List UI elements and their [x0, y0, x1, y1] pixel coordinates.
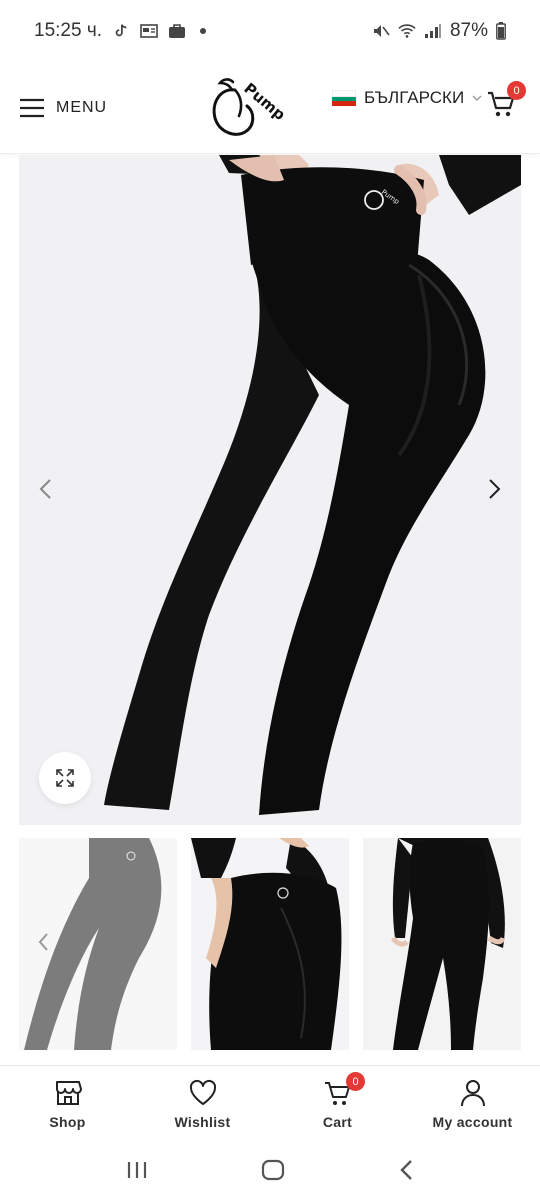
nav-shop-label: Shop	[49, 1114, 86, 1130]
notification-dot-icon	[200, 28, 207, 34]
zoom-button[interactable]	[39, 752, 91, 804]
nav-my-account[interactable]: My account	[405, 1066, 540, 1139]
thumbnail-3-photo	[363, 838, 521, 1050]
thumbnail-gallery	[19, 838, 521, 1050]
status-bar: 15:25 ч. 87%	[0, 0, 540, 62]
bottom-navigation: Shop Wishlist 0 Cart My account	[0, 1065, 540, 1139]
battery-percent: 87%	[449, 20, 488, 41]
expand-icon	[56, 769, 74, 787]
next-image-button[interactable]	[481, 475, 509, 503]
emag-icon	[169, 24, 186, 38]
home-icon[interactable]	[261, 1159, 285, 1181]
recent-apps-icon[interactable]	[126, 1160, 148, 1180]
nav-cart[interactable]: 0 Cart	[270, 1066, 405, 1139]
nav-wishlist-label: Wishlist	[174, 1114, 231, 1130]
thumbnail-1[interactable]	[19, 838, 177, 1050]
nav-my-account-label: My account	[432, 1114, 513, 1130]
hamburger-icon	[20, 98, 44, 117]
mute-icon	[373, 25, 390, 37]
nav-cart-label: Cart	[322, 1114, 353, 1130]
signal-icon	[424, 24, 441, 38]
chevron-right-icon	[489, 479, 501, 499]
nav-wishlist[interactable]: Wishlist	[135, 1066, 270, 1139]
heart-icon	[189, 1079, 216, 1105]
product-main-image[interactable]: Pump	[19, 155, 521, 825]
cart-badge: 0	[507, 81, 526, 100]
peach-logo-icon: Pump	[212, 78, 289, 136]
language-label: БЪЛГАРСКИ	[364, 88, 465, 107]
menu-button[interactable]: MENU	[20, 98, 107, 118]
thumbnail-2[interactable]	[191, 838, 349, 1050]
store-icon	[55, 1081, 82, 1105]
news-icon	[140, 24, 158, 38]
leggings-photo: Pump	[19, 155, 521, 825]
back-icon[interactable]	[398, 1159, 414, 1181]
logo-text: Pump	[240, 79, 285, 124]
thumbnail-2-photo	[191, 838, 349, 1050]
nav-shop[interactable]: Shop	[0, 1066, 135, 1139]
thumbnail-3[interactable]	[363, 838, 521, 1050]
chevron-down-icon	[472, 95, 482, 101]
bulgaria-flag-icon	[332, 90, 356, 107]
prev-image-button[interactable]	[31, 475, 59, 503]
site-header: MENU Pump БЪЛГАРСКИ 0	[0, 62, 540, 154]
user-icon	[460, 1080, 485, 1107]
chevron-left-icon	[39, 479, 51, 499]
thumb-prev-icon[interactable]	[37, 932, 49, 952]
header-cart-button[interactable]: 0	[486, 81, 526, 118]
tiktok-icon	[115, 24, 127, 37]
system-navigation-bar	[0, 1140, 540, 1200]
site-logo[interactable]: Pump	[205, 68, 289, 148]
battery-icon	[496, 22, 506, 40]
language-switcher[interactable]: БЪЛГАРСКИ	[332, 88, 482, 108]
wifi-icon	[398, 24, 416, 38]
status-time: 15:25 ч.	[34, 20, 103, 41]
nav-cart-badge: 0	[346, 1072, 365, 1091]
menu-label: MENU	[56, 98, 108, 116]
